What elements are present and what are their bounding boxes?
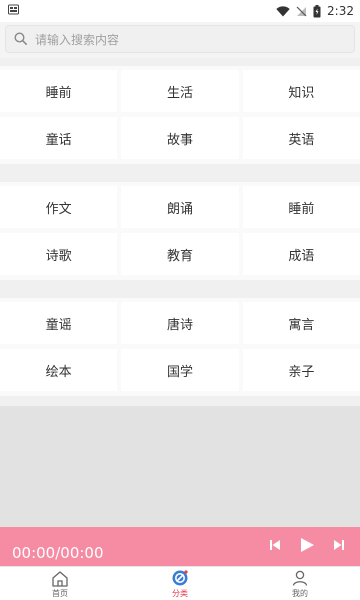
category-item[interactable]: 知识 <box>242 70 360 112</box>
search-bar: 请输入搜索内容 <box>0 22 360 58</box>
status-time: 2:32 <box>327 4 354 18</box>
category-section-3: 童谣 唐诗 寓言 绘本 国学 亲子 <box>0 298 360 396</box>
category-icon <box>171 568 189 588</box>
tab-profile[interactable]: 我的 <box>240 567 360 600</box>
skip-next-icon <box>334 540 344 550</box>
category-item[interactable]: 成语 <box>242 233 360 275</box>
category-section-1: 睡前 生活 知识 童话 故事 英语 <box>0 66 360 164</box>
play-icon <box>301 538 314 552</box>
user-icon <box>291 568 309 588</box>
category-item[interactable]: 故事 <box>121 117 239 159</box>
bottom-tab-bar: 首页 分类 我的 <box>0 566 360 600</box>
status-bar: 2:32 <box>0 0 360 22</box>
category-item[interactable]: 睡前 <box>0 70 118 112</box>
category-item[interactable]: 睡前 <box>242 186 360 228</box>
category-item[interactable]: 童话 <box>0 117 118 159</box>
category-item[interactable]: 诗歌 <box>0 233 118 275</box>
home-icon <box>51 568 69 588</box>
tab-category[interactable]: 分类 <box>120 567 240 600</box>
previous-button[interactable] <box>264 534 286 556</box>
category-item[interactable]: 唐诗 <box>121 302 239 344</box>
audio-player-bar: 00:00/00:00 <box>0 527 360 566</box>
tab-home[interactable]: 首页 <box>0 567 120 600</box>
content-empty-area <box>0 406 360 527</box>
category-item[interactable]: 作文 <box>0 186 118 228</box>
next-button[interactable] <box>328 534 350 556</box>
category-item[interactable]: 国学 <box>121 349 239 391</box>
search-input[interactable]: 请输入搜索内容 <box>5 25 355 53</box>
skip-previous-icon <box>270 540 280 550</box>
category-item[interactable]: 绘本 <box>0 349 118 391</box>
search-icon <box>14 30 27 49</box>
tab-label: 我的 <box>292 589 308 598</box>
category-item[interactable]: 生活 <box>121 70 239 112</box>
category-item[interactable]: 寓言 <box>242 302 360 344</box>
section-divider <box>0 164 360 182</box>
category-item[interactable]: 教育 <box>121 233 239 275</box>
category-item[interactable]: 英语 <box>242 117 360 159</box>
tab-label: 首页 <box>52 589 68 598</box>
play-button[interactable] <box>296 534 318 556</box>
search-placeholder: 请输入搜索内容 <box>35 32 120 47</box>
category-item[interactable]: 童谣 <box>0 302 118 344</box>
player-controls <box>264 534 350 556</box>
notification-icon <box>8 4 19 18</box>
tab-label: 分类 <box>172 589 188 598</box>
category-section-2: 作文 朗诵 睡前 诗歌 教育 成语 <box>0 182 360 280</box>
category-item[interactable]: 朗诵 <box>121 186 239 228</box>
section-divider <box>0 280 360 298</box>
category-item[interactable]: 亲子 <box>242 349 360 391</box>
signal-off-icon <box>296 6 307 17</box>
section-divider <box>0 396 360 406</box>
section-divider <box>0 58 360 66</box>
player-time: 00:00/00:00 <box>12 544 104 562</box>
battery-icon <box>313 4 321 18</box>
wifi-icon <box>276 5 290 17</box>
